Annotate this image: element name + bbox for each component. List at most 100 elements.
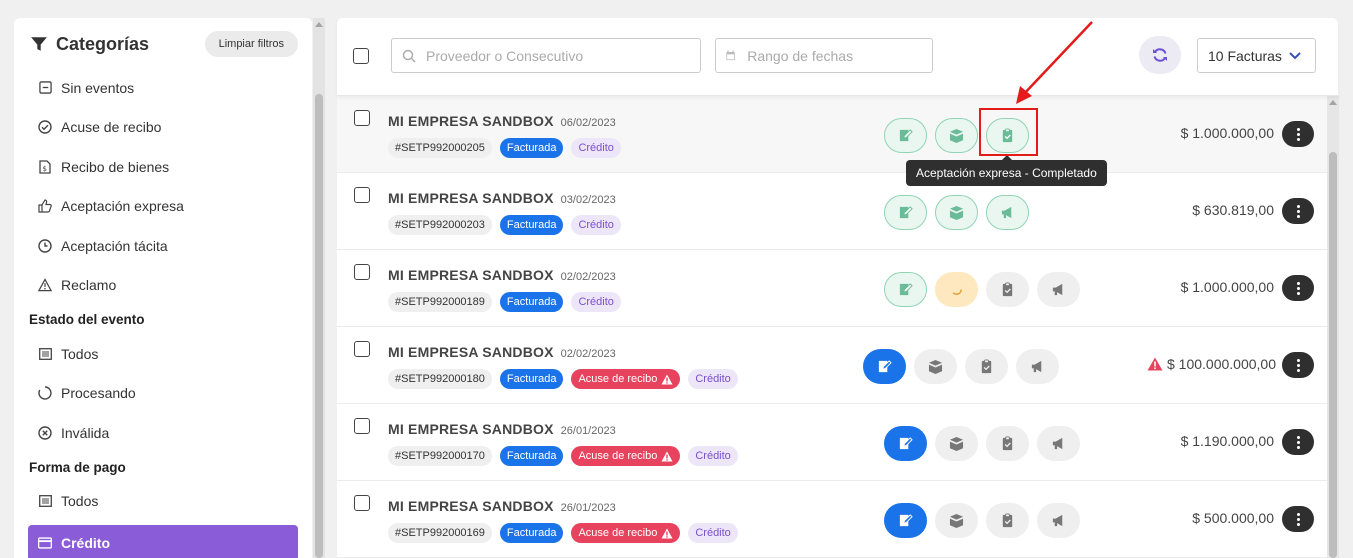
acuse-badge-label: Acuse de recibo [578, 373, 658, 385]
box-icon [928, 359, 943, 374]
list-scroll-thumb[interactable] [1329, 152, 1337, 558]
more-vertical-icon [1296, 127, 1300, 142]
date-range-input[interactable] [747, 47, 932, 64]
sidebar-item-pago-todos[interactable]: Todos [28, 482, 298, 522]
row-checkbox[interactable] [354, 187, 370, 203]
acuse-recibo-button[interactable] [884, 426, 927, 461]
table-row[interactable]: MI EMPRESA SANDBOX 06/02/2023 #SETP992000… [337, 96, 1327, 173]
row-menu-button[interactable] [1282, 352, 1314, 378]
scroll-up-arrow-icon[interactable] [315, 22, 323, 27]
sidebar-item-credito[interactable]: Crédito [28, 525, 298, 558]
row-menu-button[interactable] [1282, 121, 1314, 147]
reclamo-button[interactable] [1016, 349, 1059, 384]
sidebar-item-invalida[interactable]: Inválida [28, 413, 298, 453]
search-input[interactable] [426, 47, 666, 64]
company-name: MI EMPRESA SANDBOX [388, 344, 554, 360]
reclamo-button[interactable] [1037, 272, 1080, 307]
section-forma-pago: Forma de pago [29, 459, 126, 475]
invoice-date: 26/01/2023 [560, 502, 616, 514]
sidebar-item-procesando[interactable]: Procesando [28, 374, 298, 414]
recibo-bienes-button[interactable] [935, 118, 978, 153]
reclamo-button[interactable] [986, 195, 1029, 230]
row-checkbox[interactable] [354, 264, 370, 280]
recibo-bienes-button[interactable] [935, 195, 978, 230]
recibo-bienes-button[interactable] [935, 272, 978, 307]
status-badge: Facturada [499, 523, 564, 543]
sidebar-item-estado-todos[interactable]: Todos [28, 334, 298, 374]
row-checkbox[interactable] [354, 341, 370, 357]
invoice-id-badge: #SETP992000169 [388, 523, 492, 543]
sidebar-item-sin-eventos[interactable]: Sin eventos [28, 68, 298, 108]
invoice-id-badge: #SETP992000203 [388, 215, 492, 235]
refresh-icon [1153, 48, 1167, 62]
scroll-up-arrow-icon[interactable] [1329, 100, 1337, 105]
highlight-box [979, 108, 1038, 156]
recibo-bienes-button[interactable] [914, 349, 957, 384]
table-row[interactable]: MI EMPRESA SANDBOX 26/01/2023 #SETP992000… [337, 481, 1327, 558]
row-checkbox[interactable] [354, 495, 370, 511]
acuse-recibo-button[interactable] [884, 272, 927, 307]
row-checkbox[interactable] [354, 418, 370, 434]
sidebar-item-acuse-recibo[interactable]: Acuse de recibo [28, 108, 298, 148]
recibo-bienes-button[interactable] [935, 426, 978, 461]
row-menu-button[interactable] [1282, 506, 1314, 532]
sidebar-scrollbar[interactable] [313, 18, 325, 558]
acuse-recibo-button[interactable] [884, 118, 927, 153]
table-row[interactable]: MI EMPRESA SANDBOX 02/02/2023 #SETP992000… [337, 250, 1327, 327]
aceptacion-expresa-button[interactable] [986, 426, 1029, 461]
box-icon [949, 205, 964, 220]
table-row[interactable]: MI EMPRESA SANDBOX 03/02/2023 #SETP992000… [337, 173, 1327, 250]
sidebar-scroll-thumb[interactable] [315, 94, 323, 558]
acuse-badge: Acuse de recibo [571, 369, 681, 389]
company-name: MI EMPRESA SANDBOX [388, 113, 554, 129]
aceptacion-expresa-button[interactable] [986, 272, 1029, 307]
sidebar-item-aceptacion-tacita[interactable]: Aceptación tácita [28, 226, 298, 266]
acuse-badge: Acuse de recibo [571, 446, 681, 466]
status-badge: Facturada [499, 215, 564, 235]
sidebar-title: Categorías [28, 34, 149, 55]
row-checkbox[interactable] [354, 110, 370, 126]
table-row[interactable]: MI EMPRESA SANDBOX 26/01/2023 #SETP992000… [337, 404, 1327, 481]
invoice-amount: $ 100.000.000,00 [1147, 356, 1276, 372]
sidebar-item-reclamo[interactable]: Reclamo [28, 266, 298, 306]
payment-badge: Crédito [571, 215, 621, 235]
clear-filters-button[interactable]: Limpiar filtros [204, 31, 298, 57]
acuse-recibo-button[interactable] [863, 349, 906, 384]
invoice-count-select[interactable]: 10 Facturas [1197, 38, 1316, 73]
aceptacion-expresa-button[interactable] [965, 349, 1008, 384]
row-menu-button[interactable] [1282, 275, 1314, 301]
more-vertical-icon [1296, 435, 1300, 450]
select-all-checkbox[interactable] [353, 48, 369, 64]
filter-icon [31, 37, 47, 51]
date-range-field[interactable] [715, 38, 933, 73]
box-icon [949, 128, 964, 143]
sidebar-item-label: Procesando [61, 385, 136, 402]
sidebar-item-label: Todos [61, 493, 99, 510]
megaphone-icon [1001, 206, 1012, 219]
list-icon [38, 494, 52, 508]
row-menu-button[interactable] [1282, 429, 1314, 455]
search-field[interactable] [391, 38, 701, 73]
reclamo-button[interactable] [1037, 426, 1080, 461]
invoice-date: 02/02/2023 [560, 271, 616, 283]
refresh-button[interactable] [1139, 36, 1181, 74]
sidebar-item-recibo-bienes[interactable]: $ Recibo de bienes [28, 147, 298, 187]
action-tooltip: Aceptación expresa - Completado [906, 155, 1107, 186]
invoice-amount: $ 1.190.000,00 [1180, 433, 1274, 449]
more-vertical-icon [1296, 512, 1300, 527]
acuse-recibo-button[interactable] [884, 195, 927, 230]
sidebar-item-aceptacion-expresa[interactable]: Aceptación expresa [28, 187, 298, 227]
clipboard-check-icon [981, 359, 992, 374]
invoice-panel: 10 Facturas MI EMPRESA SANDBOX 06/02/2023… [337, 18, 1338, 558]
reclamo-button[interactable] [1037, 503, 1080, 538]
invoice-amount: $ 630.819,00 [1192, 202, 1274, 218]
company-name: MI EMPRESA SANDBOX [388, 421, 554, 437]
aceptacion-expresa-button[interactable] [986, 503, 1029, 538]
row-menu-button[interactable] [1282, 198, 1314, 224]
table-row[interactable]: MI EMPRESA SANDBOX 02/02/2023 #SETP992000… [337, 327, 1327, 404]
warning-icon [38, 278, 52, 292]
acuse-recibo-button[interactable] [884, 503, 927, 538]
sidebar-item-label: Crédito [61, 535, 110, 551]
recibo-bienes-button[interactable] [935, 503, 978, 538]
list-scrollbar[interactable] [1327, 96, 1339, 558]
